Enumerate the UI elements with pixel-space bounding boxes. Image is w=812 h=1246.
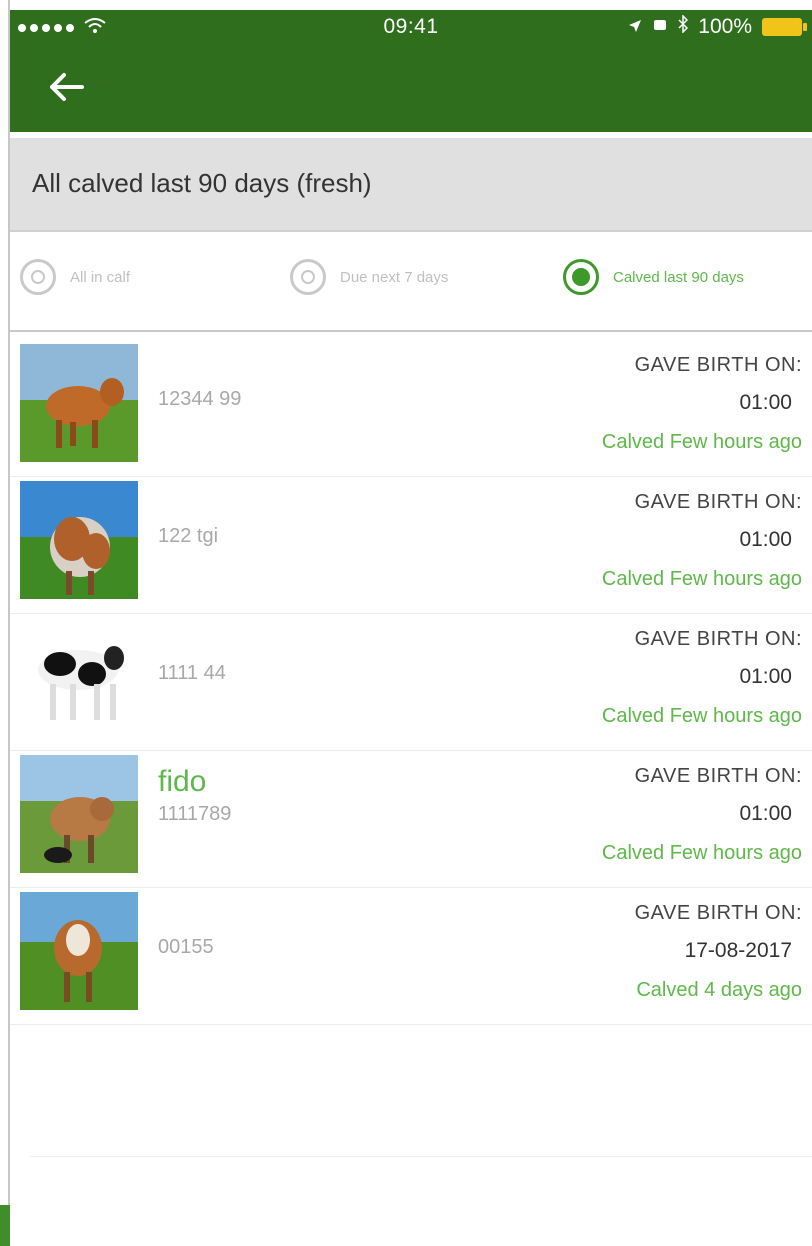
gave-birth-label: GAVE BIRTH ON: bbox=[634, 491, 802, 513]
status-bar: 09:41 100% bbox=[10, 10, 812, 46]
list-item[interactable]: 00155 GAVE BIRTH ON: 17-08-2017 Calved 4… bbox=[10, 888, 812, 1025]
birth-info: GAVE BIRTH ON: 01:00 Calved Few hours ag… bbox=[602, 354, 802, 454]
cow-photo bbox=[20, 481, 138, 599]
calved-status: Calved Few hours ago bbox=[601, 705, 802, 727]
radio-icon bbox=[20, 259, 56, 295]
cow-photo bbox=[20, 344, 138, 462]
app-header: 09:41 100% bbox=[10, 10, 812, 132]
list-item[interactable]: 1111 44 GAVE BIRTH ON: 01:00 Calved Few … bbox=[10, 614, 812, 751]
divider bbox=[30, 1156, 812, 1157]
app-screen: 09:41 100% All calved last 90 days (fres… bbox=[10, 10, 812, 1246]
tab-due-next-7-days[interactable]: Due next 7 days bbox=[290, 259, 448, 295]
gave-birth-label: GAVE BIRTH ON: bbox=[634, 765, 802, 787]
filter-tabs: All in calf Due next 7 days Calved last … bbox=[10, 232, 812, 332]
calved-status: Calved 4 days ago bbox=[636, 979, 802, 1001]
back-button[interactable] bbox=[48, 68, 98, 112]
birth-info: GAVE BIRTH ON: 01:00 Calved Few hours ag… bbox=[602, 628, 802, 728]
cow-photo bbox=[20, 755, 138, 873]
cow-id: 1111789 bbox=[158, 803, 232, 825]
cow-photo bbox=[20, 618, 138, 736]
birth-info: GAVE BIRTH ON: 01:00 Calved Few hours ag… bbox=[602, 765, 802, 865]
cow-id: 12344 99 bbox=[158, 388, 242, 410]
birth-date: 17-08-2017 bbox=[684, 939, 792, 962]
radio-selected-icon bbox=[563, 259, 599, 295]
birth-time: 01:00 bbox=[739, 391, 792, 414]
birth-time: 01:00 bbox=[739, 665, 792, 688]
tab-label: Calved last 90 days bbox=[613, 268, 744, 286]
cow-id: 1111 44 bbox=[158, 662, 226, 684]
calved-status: Calved Few hours ago bbox=[601, 842, 802, 864]
location-arrow-icon bbox=[628, 15, 642, 39]
list-item[interactable]: fido 1111789 GAVE BIRTH ON: 01:00 Calved… bbox=[10, 751, 812, 888]
battery-icon bbox=[762, 18, 807, 36]
tab-label: Due next 7 days bbox=[340, 268, 449, 286]
battery-percent: 100% bbox=[698, 15, 752, 38]
calved-status: Calved Few hours ago bbox=[601, 568, 802, 590]
calved-status: Calved Few hours ago bbox=[601, 431, 802, 453]
gave-birth-label: GAVE BIRTH ON: bbox=[634, 628, 802, 650]
cow-name: fido bbox=[158, 765, 207, 798]
tab-all-in-calf[interactable]: All in calf bbox=[20, 259, 130, 295]
status-right: 100% bbox=[628, 14, 807, 39]
tab-calved-last-90-days[interactable]: Calved last 90 days bbox=[563, 259, 744, 295]
radio-icon bbox=[290, 259, 326, 295]
gave-birth-label: GAVE BIRTH ON: bbox=[634, 902, 802, 924]
lock-rotation-icon bbox=[652, 15, 668, 39]
birth-info: GAVE BIRTH ON: 17-08-2017 Calved 4 days … bbox=[635, 902, 802, 1002]
filter-title-bar: All calved last 90 days (fresh) bbox=[10, 138, 812, 232]
birth-time: 01:00 bbox=[739, 802, 792, 825]
cow-list: 12344 99 GAVE BIRTH ON: 01:00 Calved Few… bbox=[10, 340, 812, 1025]
filter-title: All calved last 90 days (fresh) bbox=[32, 168, 372, 198]
back-arrow-icon bbox=[48, 68, 84, 112]
birth-info: GAVE BIRTH ON: 01:00 Calved Few hours ag… bbox=[602, 491, 802, 591]
cow-id: 00155 bbox=[158, 936, 214, 958]
list-item[interactable]: 12344 99 GAVE BIRTH ON: 01:00 Calved Few… bbox=[10, 340, 812, 477]
bluetooth-icon bbox=[678, 14, 689, 39]
birth-time: 01:00 bbox=[739, 528, 792, 551]
list-item[interactable]: 122 tgi GAVE BIRTH ON: 01:00 Calved Few … bbox=[10, 477, 812, 614]
tab-label: All in calf bbox=[70, 268, 131, 286]
cow-photo bbox=[20, 892, 138, 1010]
gave-birth-label: GAVE BIRTH ON: bbox=[634, 354, 802, 376]
cow-id: 122 tgi bbox=[158, 525, 219, 547]
